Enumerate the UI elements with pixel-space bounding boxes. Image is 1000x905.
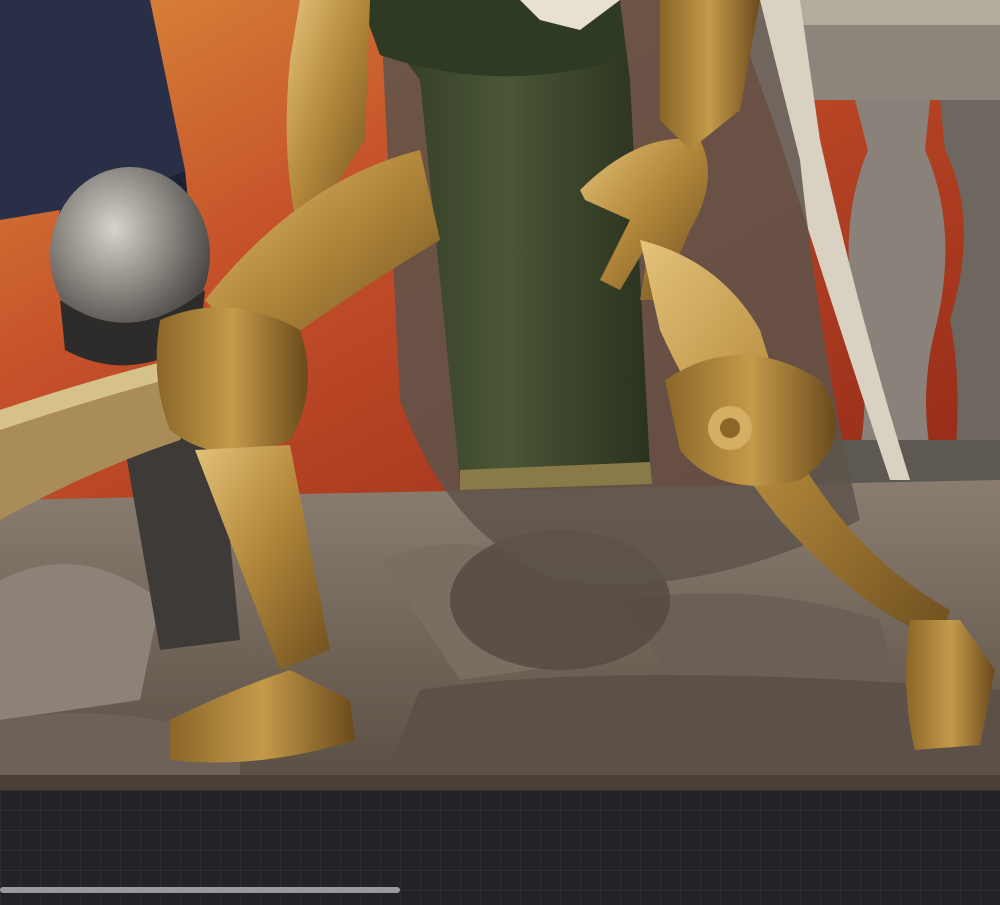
artwork-illustration bbox=[0, 0, 1000, 790]
scrollbar-thumb[interactable] bbox=[0, 887, 400, 893]
gold-knee-armor bbox=[156, 307, 308, 453]
horizontal-scrollbar[interactable] bbox=[0, 884, 1000, 896]
painting-app bbox=[0, 0, 1000, 905]
artwork-canvas[interactable] bbox=[0, 0, 1000, 790]
